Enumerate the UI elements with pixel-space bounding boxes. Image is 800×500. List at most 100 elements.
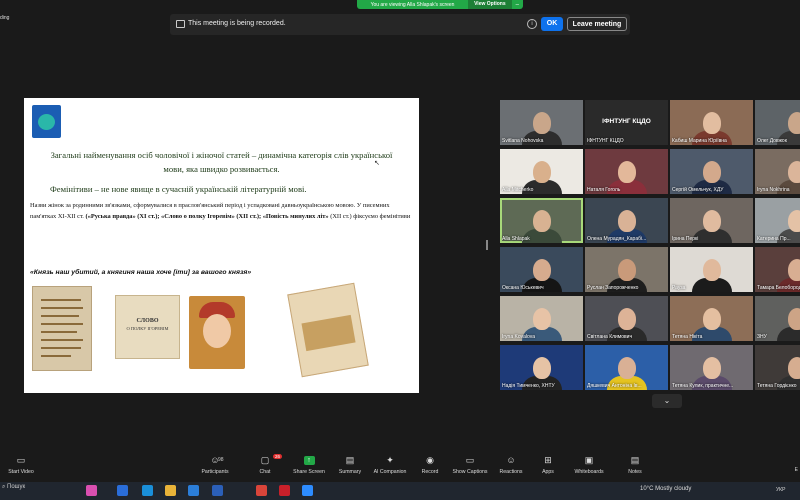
taskbar-search[interactable]: ⌕ Пошук xyxy=(2,484,25,491)
record-label: Record xyxy=(421,469,439,475)
explorer-app-icon[interactable] xyxy=(165,485,176,496)
gallery-next-page-icon[interactable]: ⌄ xyxy=(652,394,682,408)
participant-tile[interactable]: Ірина Перкі xyxy=(670,198,753,243)
participant-name: Кабиш Марина Юріївна xyxy=(672,138,727,144)
start-video-button[interactable]: ▭ Start Video xyxy=(6,455,36,476)
participant-name: Ірина Перкі xyxy=(672,236,699,242)
show-captions-button[interactable]: ▭ Show Captions xyxy=(450,455,490,476)
edge-app-icon[interactable] xyxy=(142,485,153,496)
participant-name: Руслан Запорожченко xyxy=(587,285,639,291)
whiteboard-icon: ▣ xyxy=(584,455,594,465)
participant-name: ЗНУ xyxy=(757,334,767,340)
participant-head xyxy=(617,259,636,281)
participant-name: Тетяна Кулик, практичне... xyxy=(672,383,734,389)
start-video-label: Start Video xyxy=(8,469,34,475)
participant-tile[interactable]: Кабиш Марина Юріївна xyxy=(670,100,753,145)
chat-icon: ▢ xyxy=(260,455,270,465)
princess-portrait-image xyxy=(189,296,245,369)
ai-label: AI Companion xyxy=(373,469,407,475)
whiteboards-button[interactable]: ▣ Whiteboards xyxy=(570,455,608,476)
camera-off-icon: ▭ xyxy=(16,455,26,465)
participant-tile[interactable]: Iryna Kovalova xyxy=(500,296,583,341)
participant-tile[interactable]: Тетяна Нікіта xyxy=(670,296,753,341)
sparkle-icon: ✦ xyxy=(386,455,394,465)
slide-feminitives-line: Фемінітиви – не нове явище в сучасній ук… xyxy=(50,184,307,194)
notes-icon: ▤ xyxy=(630,455,640,465)
participant-name: Олег Довжок xyxy=(757,138,787,144)
store-app-icon[interactable] xyxy=(188,485,199,496)
participant-name: Надія Тимченко, ХНТУ xyxy=(502,383,555,389)
participant-tile[interactable]: Iryna Nokhrina xyxy=(755,149,800,194)
copilot-app-icon[interactable] xyxy=(86,485,97,496)
participant-head xyxy=(532,112,551,134)
participant-tile[interactable]: Alla Shlapak xyxy=(500,198,583,243)
share-screen-button[interactable]: ↑ Share Screen xyxy=(290,456,328,475)
captions-label: Show Captions xyxy=(452,469,488,475)
weather-widget[interactable]: 10°C Mostly cloudy xyxy=(640,486,691,492)
participant-head xyxy=(617,308,636,330)
apps-button[interactable]: ⊞ Apps xyxy=(538,456,558,476)
minimize-icon[interactable]: – xyxy=(512,2,523,8)
record-icon: ◉ xyxy=(426,455,434,465)
participant-tile[interactable]: Оксана Юськевич xyxy=(500,247,583,292)
split-divider[interactable] xyxy=(486,240,488,250)
word-app-icon[interactable] xyxy=(212,485,223,496)
participant-tile[interactable]: Олег Довжок xyxy=(755,100,800,145)
participant-name: Тамара Белобородова xyxy=(757,285,800,291)
participant-tile[interactable]: Тетяна Кулик, практичне... xyxy=(670,345,753,390)
participant-tile[interactable]: Наталя Гоголь xyxy=(585,149,668,194)
slide-paragraph: Назви жінок за родинними зв'язками, сфор… xyxy=(30,200,414,222)
recording-icon xyxy=(176,20,185,28)
participant-name: Дяшкевич Антоніна Ів... xyxy=(587,383,642,389)
participant-tile[interactable]: Сергій Омельчук, ХДУ xyxy=(670,149,753,194)
reaction-icon: ☺ xyxy=(506,455,516,465)
ai-companion-button[interactable]: ✦ AI Companion xyxy=(370,455,410,476)
participant-tile[interactable]: Катерина Пр... xyxy=(755,198,800,243)
participant-tile[interactable]: Світлана Климович xyxy=(585,296,668,341)
chrome-app-icon[interactable] xyxy=(256,485,267,496)
participant-tile[interactable]: Alla Mitcherko xyxy=(500,149,583,194)
summary-button[interactable]: ▤ Summary xyxy=(335,456,365,476)
participant-tile[interactable]: Svitlana Nohovska xyxy=(500,100,583,145)
chat-button[interactable]: ▢ 26 Chat xyxy=(252,454,282,475)
captions-icon: ▭ xyxy=(465,455,475,465)
participant-tile[interactable]: Дяшкевич Антоніна Ів... xyxy=(585,345,668,390)
ok-button[interactable]: OK xyxy=(541,17,563,31)
acrobat-app-icon[interactable] xyxy=(279,485,290,496)
participant-tile[interactable]: Надія Тимченко, ХНТУ xyxy=(500,345,583,390)
participants-button[interactable]: ☺ 98 Participants xyxy=(198,456,232,476)
participant-head xyxy=(617,357,636,379)
participant-name: Катерина Пр... xyxy=(757,236,791,242)
viewing-message: You are viewing Alla Shlapak's screen xyxy=(370,1,455,8)
participant-head xyxy=(532,161,551,183)
participant-name: Тетяна Нікіта xyxy=(672,334,703,340)
participant-head xyxy=(787,112,800,134)
participant-tile[interactable]: ІФНТУНГ КЦДО ІФНТУНГ КЦДО xyxy=(585,100,668,145)
record-button[interactable]: ◉ Record xyxy=(418,455,442,476)
end-button-fragment[interactable]: E xyxy=(795,467,798,473)
leave-meeting-button[interactable]: Leave meeting xyxy=(567,17,627,31)
participant-tile[interactable]: Олена Мурадян_Карабі... xyxy=(585,198,668,243)
participant-name: Світлана Климович xyxy=(587,334,633,340)
view-options-button[interactable]: View Options xyxy=(468,0,512,9)
participant-name: Оксана Юськевич xyxy=(502,285,544,291)
info-icon[interactable]: i xyxy=(527,19,537,29)
reactions-button[interactable]: ☺ Reactions xyxy=(497,455,525,476)
participant-tile[interactable]: Тетяна Гордієнко xyxy=(755,345,800,390)
participant-tile[interactable]: Тамара Белобородова xyxy=(755,247,800,292)
participant-tile[interactable]: Руслан Запорожченко xyxy=(585,247,668,292)
widgets-app-icon[interactable] xyxy=(117,485,128,496)
participant-name: Рауза xyxy=(672,285,686,291)
notes-button[interactable]: ▤ Notes xyxy=(624,455,646,476)
participant-name: Svitlana Nohovska xyxy=(502,138,544,144)
language-indicator[interactable]: УКР xyxy=(776,487,785,493)
participant-tile[interactable]: ЗНУ xyxy=(755,296,800,341)
participant-name: Alla Shlapak xyxy=(502,236,530,242)
participant-head xyxy=(787,259,800,281)
participant-name: Сергій Омельчук, ХДУ xyxy=(672,187,724,193)
participant-head xyxy=(617,161,636,183)
participant-tile[interactable]: Рауза xyxy=(670,247,753,292)
zoom-app-icon[interactable] xyxy=(302,485,313,496)
participant-head xyxy=(532,210,551,232)
participant-name: Тетяна Гордієнко xyxy=(757,383,797,389)
